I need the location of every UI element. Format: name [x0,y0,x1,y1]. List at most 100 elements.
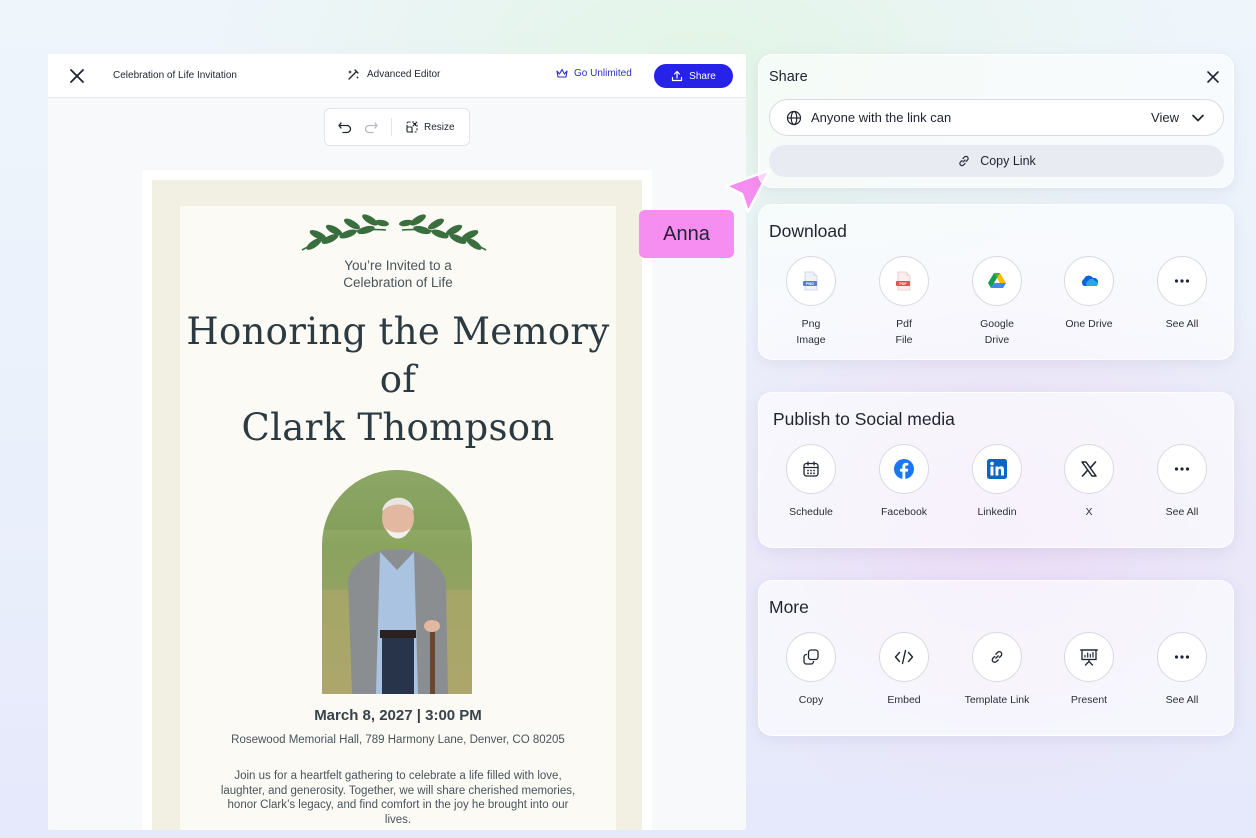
copy-button[interactable]: Copy [766,632,856,708]
social-see-all-circle [1157,444,1207,494]
more-dots-icon [1174,467,1190,471]
download-pdf-circle: PDF [879,256,929,306]
link-icon [959,155,969,167]
upload-icon [672,70,683,82]
crown-icon [556,68,568,78]
invitation-card[interactable]: You’re Invited to a Celebration of Life … [142,170,652,830]
toolbar-divider [391,118,392,136]
schedule-button[interactable]: Schedule [766,444,856,520]
linkedin-button[interactable]: Linkedin [952,444,1042,520]
resize-icon [406,121,418,133]
share-panel-title: Share [769,69,808,85]
calendar-icon [803,461,819,477]
download-png-button[interactable]: PNG Png Image [766,256,856,348]
chevron-down-icon [1192,114,1204,121]
resize-label: Resize [424,121,455,133]
share-panel: Share Anyone with the link can View Copy… [758,54,1234,188]
invitation-content: You’re Invited to a Celebration of Life … [180,206,616,830]
collaborator-name-tag: Anna [639,210,734,258]
invitation-title-line2: of [379,358,417,401]
google-drive-label: Google Drive [980,318,1014,346]
invitation-title-line1: Honoring the Memory [186,310,610,353]
facebook-icon [894,459,914,479]
advanced-editor-button[interactable]: Advanced Editor [347,68,440,81]
onedrive-icon [1081,275,1099,286]
resize-button[interactable]: Resize [406,121,455,133]
download-pdf-label: Pdf File [895,318,913,346]
link-access-dropdown[interactable]: Anyone with the link can View [769,99,1224,136]
template-link-circle [972,632,1022,682]
share-button[interactable]: Share [654,64,733,88]
template-link-button[interactable]: Template Link [952,632,1042,708]
svg-text:PNG: PNG [806,282,814,286]
invitation-intro: You’re Invited to a Celebration of Life [180,257,616,291]
share-button-label: Share [689,70,716,82]
download-pdf-button[interactable]: PDF Pdf File [859,256,949,348]
google-drive-circle [972,256,1022,306]
more-see-all-button[interactable]: See All [1137,632,1227,708]
x-icon [1081,461,1097,477]
download-see-all-button[interactable]: See All [1137,256,1227,332]
onedrive-button[interactable]: One Drive [1044,256,1134,332]
download-panel: Download PNG Png Image PDF Pdf File Goog… [758,204,1234,360]
svg-text:PDF: PDF [899,282,907,286]
canvas-toolbar: Resize [324,108,470,146]
download-png-circle: PNG [786,256,836,306]
social-panel: Publish to Social media Schedule Faceboo [758,392,1234,548]
google-drive-icon [988,273,1006,288]
presentation-icon [1079,649,1099,666]
editor-top-bar: Celebration of Life Invitation Advanced … [48,54,746,98]
facebook-button[interactable]: Facebook [859,444,949,520]
x-button[interactable]: X [1044,444,1134,520]
copy-link-button[interactable]: Copy Link [769,145,1224,177]
link-icon [991,651,1003,663]
facebook-circle [879,444,929,494]
linkedin-icon [987,459,1007,479]
more-see-all-circle [1157,632,1207,682]
google-drive-button[interactable]: Google Drive [952,256,1042,348]
schedule-label: Schedule [789,506,833,518]
linkedin-circle [972,444,1022,494]
present-circle [1064,632,1114,682]
go-unlimited-link[interactable]: Go Unlimited [556,68,632,79]
onedrive-label: One Drive [1065,318,1113,330]
schedule-circle [786,444,836,494]
copy-circle [786,632,836,682]
template-link-label: Template Link [964,694,1030,706]
invitation-title: Honoring the Memory of Clark Thompson [180,308,616,452]
more-title: More [769,597,809,617]
olive-branch-icon [301,214,487,251]
close-icon[interactable] [68,67,86,85]
redo-icon[interactable] [363,119,379,135]
portrait-image [322,470,472,694]
editor-panel: Celebration of Life Invitation Advanced … [48,54,746,830]
more-see-all-label: See All [1165,694,1199,706]
invitation-title-line3: Clark Thompson [241,406,555,449]
linkedin-label: Linkedin [977,506,1017,518]
link-access-label: Anyone with the link can [811,110,952,125]
download-see-all-label: See All [1165,318,1199,330]
embed-circle [879,632,929,682]
advanced-editor-label: Advanced Editor [367,69,441,80]
globe-icon [786,110,802,125]
copy-icon [803,649,819,665]
social-see-all-button[interactable]: See All [1137,444,1227,520]
invitation-frame: You’re Invited to a Celebration of Life … [152,180,642,830]
present-button[interactable]: Present [1044,632,1134,708]
png-file-icon: PNG [803,271,818,291]
event-venue: Rosewood Memorial Hall, 789 Harmony Lane… [231,734,565,746]
x-label: X [1085,506,1093,518]
undo-icon[interactable] [337,119,353,135]
onedrive-circle [1064,256,1114,306]
event-description: Join us for a heartfelt gathering to cel… [220,770,576,826]
social-see-all-label: See All [1165,506,1199,518]
more-panel: More Copy Embed Template Link Present Se… [758,580,1234,736]
download-title: Download [769,221,847,241]
download-png-label: Png Image [796,318,826,346]
link-access-value: View [1151,110,1179,125]
embed-button[interactable]: Embed [859,632,949,708]
facebook-label: Facebook [880,506,928,518]
more-dots-icon [1174,655,1190,659]
magic-wand-icon [348,69,359,80]
close-icon[interactable] [1205,69,1221,85]
